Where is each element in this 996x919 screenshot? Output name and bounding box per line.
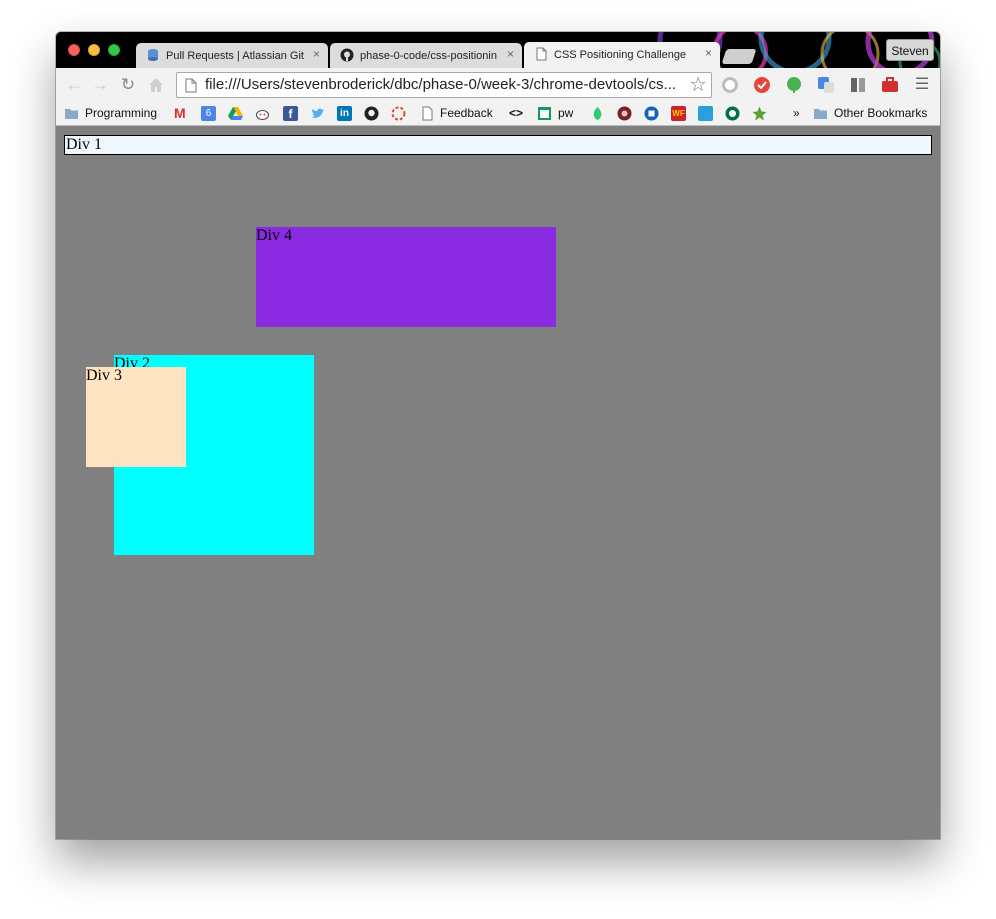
back-icon[interactable]: ← bbox=[64, 75, 84, 95]
tab-pull-requests[interactable]: Pull Requests | Atlassian Git × bbox=[136, 43, 328, 68]
bookmark-star-icon[interactable]: ☆ bbox=[689, 74, 707, 96]
window-zoom-button[interactable] bbox=[108, 44, 120, 56]
tab-close-icon[interactable]: × bbox=[507, 47, 514, 61]
window-close-button[interactable] bbox=[68, 44, 80, 56]
bookmark-pw[interactable]: pw bbox=[558, 105, 573, 122]
todoist-icon[interactable] bbox=[753, 76, 771, 94]
url-text: file:///Users/stevenbroderick/dbc/phase-… bbox=[205, 76, 675, 93]
address-bar[interactable]: file:///Users/stevenbroderick/dbc/phase-… bbox=[176, 72, 712, 98]
linkedin-icon[interactable]: in bbox=[337, 106, 352, 121]
tab-strip: Pull Requests | Atlassian Git × phase-0-… bbox=[56, 32, 940, 68]
forward-icon[interactable]: → bbox=[90, 75, 110, 95]
briefcase-icon[interactable] bbox=[881, 76, 899, 94]
star-icon[interactable] bbox=[752, 106, 767, 121]
starbucks-icon[interactable] bbox=[725, 106, 740, 121]
gmail-icon[interactable]: M bbox=[174, 106, 189, 121]
bookmarks-overflow-icon[interactable]: » bbox=[793, 105, 800, 122]
database-icon bbox=[148, 49, 158, 61]
tab-title: phase-0-code/css-positionin bbox=[360, 50, 497, 62]
reddit-icon[interactable] bbox=[255, 106, 270, 121]
reload-icon[interactable]: ↻ bbox=[118, 75, 138, 95]
columns-icon[interactable] bbox=[849, 76, 867, 94]
window-minimize-button[interactable] bbox=[88, 44, 100, 56]
div-4: Div 4 bbox=[256, 227, 556, 327]
facebook-icon[interactable]: f bbox=[283, 106, 298, 121]
adblock-icon[interactable] bbox=[721, 76, 739, 94]
menu-icon[interactable]: ☰ bbox=[913, 76, 931, 94]
browser-window: Pull Requests | Atlassian Git × phase-0-… bbox=[56, 32, 940, 839]
airline-icon[interactable] bbox=[698, 106, 713, 121]
folder-icon bbox=[814, 109, 827, 119]
twitter-icon[interactable] bbox=[310, 106, 325, 121]
drive-icon[interactable] bbox=[228, 106, 243, 121]
lifebuoy-icon[interactable] bbox=[391, 106, 406, 121]
tab-close-icon[interactable]: × bbox=[705, 46, 712, 60]
tab-close-icon[interactable]: × bbox=[313, 47, 320, 61]
folder-icon bbox=[65, 109, 78, 119]
page-icon bbox=[422, 106, 433, 121]
bookmark-other-bookmarks[interactable]: Other Bookmarks bbox=[834, 105, 927, 122]
tab-github[interactable]: phase-0-code/css-positionin × bbox=[330, 43, 522, 68]
leaf-icon[interactable] bbox=[590, 106, 605, 121]
page-icon bbox=[536, 47, 547, 61]
evernote-icon[interactable] bbox=[785, 76, 803, 94]
bookmarks-bar: Programming M 6 f in Feedback <> pw WF »… bbox=[56, 102, 940, 126]
page-content: Div 1 Div 4 Div 2 Div 3 bbox=[56, 126, 940, 839]
tab-title: CSS Positioning Challenge bbox=[554, 49, 687, 61]
profile-button[interactable]: Steven bbox=[886, 39, 934, 61]
tab-css-positioning[interactable]: CSS Positioning Challenge × bbox=[524, 42, 720, 68]
page-icon bbox=[185, 78, 197, 93]
div-3: Div 3 bbox=[86, 367, 186, 467]
translate-icon[interactable] bbox=[817, 76, 835, 94]
tab-title: Pull Requests | Atlassian Git bbox=[166, 50, 304, 62]
bookmark-programming[interactable]: Programming bbox=[85, 105, 157, 122]
bank-octagon-icon[interactable] bbox=[644, 106, 659, 121]
home-icon[interactable] bbox=[147, 76, 165, 94]
wells-fargo-icon[interactable]: WF bbox=[671, 106, 686, 121]
sheets-icon bbox=[538, 107, 551, 120]
bookmark-feedback[interactable]: Feedback bbox=[440, 105, 493, 122]
toolbar: ← → ↻ file:///Users/stevenbroderick/dbc/… bbox=[56, 68, 940, 102]
github-icon bbox=[340, 48, 354, 62]
github-icon[interactable] bbox=[364, 106, 379, 121]
new-tab-button[interactable] bbox=[721, 49, 757, 64]
calendar-icon[interactable]: 6 bbox=[201, 106, 216, 121]
circle-badge-icon[interactable] bbox=[617, 106, 632, 121]
div-1: Div 1 bbox=[64, 135, 932, 155]
code-icon[interactable]: <> bbox=[509, 105, 523, 122]
